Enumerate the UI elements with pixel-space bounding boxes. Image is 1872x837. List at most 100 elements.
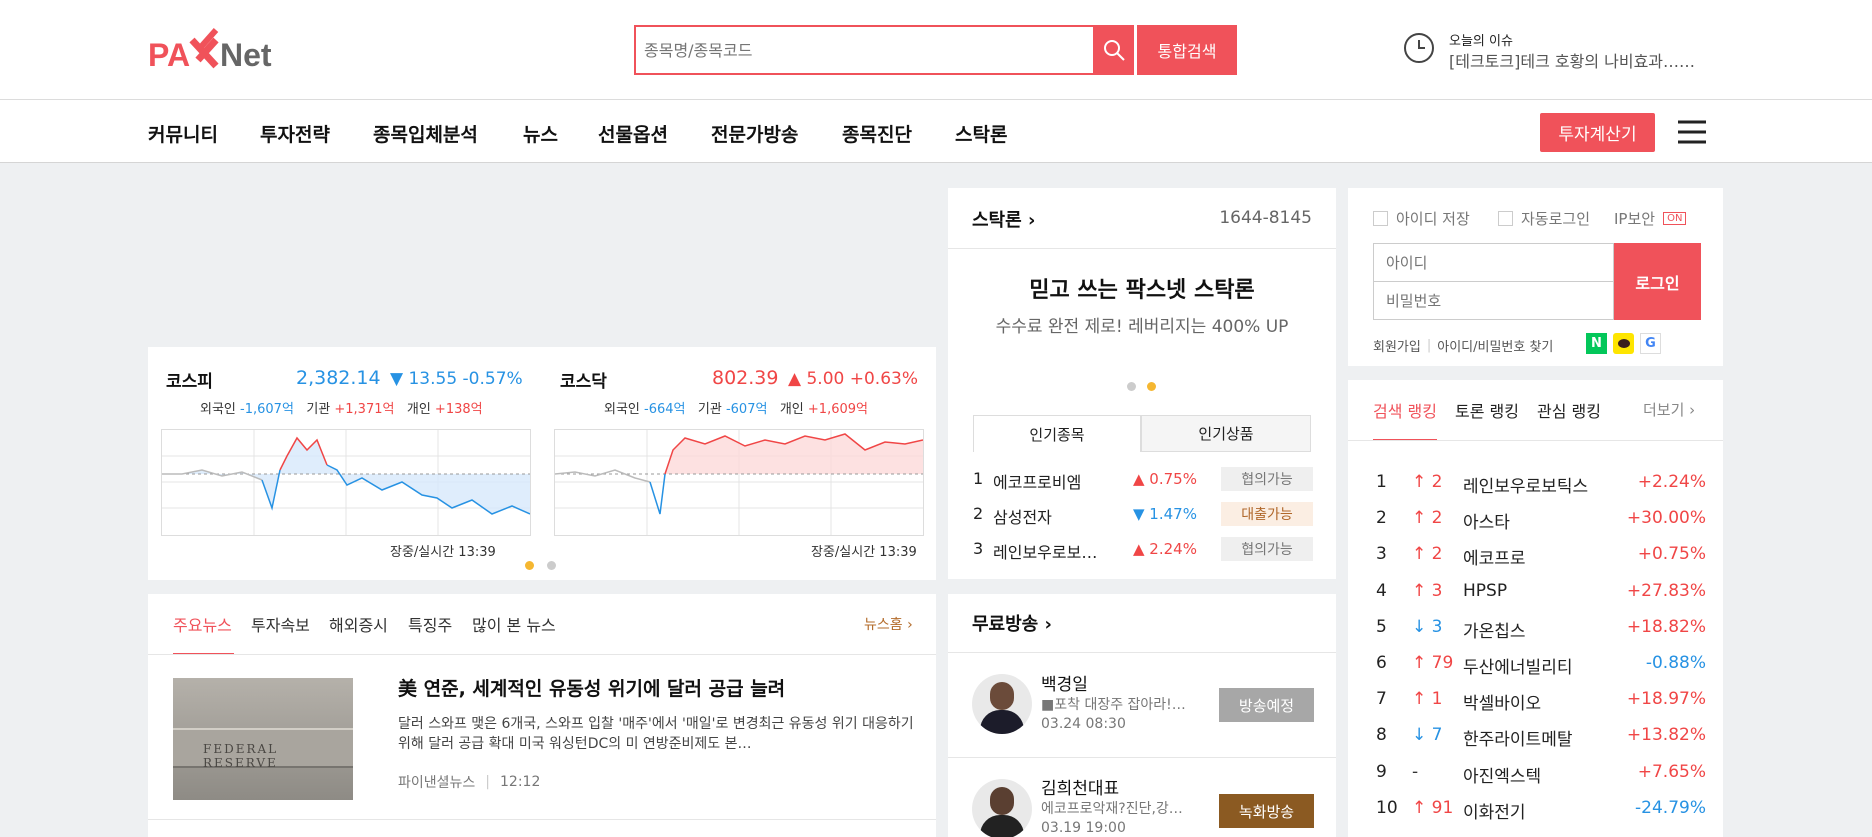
- search-input[interactable]: [636, 27, 1042, 73]
- ranking-row[interactable]: 4 ↑ 3 HPSP +27.83%: [1376, 577, 1706, 607]
- carousel-dot-active[interactable]: [1147, 382, 1156, 391]
- nav-item-futures[interactable]: 선물옵션: [598, 120, 668, 147]
- broadcast-desc[interactable]: 에코프로악재?진단,강…: [1041, 798, 1183, 818]
- kosdaq-chart[interactable]: [554, 429, 924, 536]
- list-item[interactable]: 2 삼성전자 ▼ 1.47% 대출가능: [973, 500, 1313, 530]
- item-name: 레인보우로보…: [993, 543, 1098, 562]
- ip-security-toggle[interactable]: IP보안 ON: [1614, 208, 1687, 229]
- host-name[interactable]: 백경일: [1041, 670, 1088, 695]
- svg-text:Net: Net: [220, 37, 272, 73]
- stock-name[interactable]: 박셀바이오: [1463, 689, 1541, 714]
- kakao-login-icon[interactable]: [1613, 333, 1634, 354]
- more-link[interactable]: 더보기 ›: [1643, 399, 1695, 420]
- kosdaq-name: 코스닥: [560, 372, 607, 392]
- ranking-row[interactable]: 3 ↑ 2 에코프로 +0.75%: [1376, 540, 1706, 570]
- google-login-icon[interactable]: G: [1640, 333, 1661, 354]
- stock-name[interactable]: 아스타: [1463, 508, 1510, 533]
- ranking-row[interactable]: 8 ↓ 7 한주라이트메탈 +13.82%: [1376, 721, 1706, 751]
- ranking-row[interactable]: 2 ↑ 2 아스타 +30.00%: [1376, 504, 1706, 534]
- news-card: 주요뉴스 투자속보 해외증시 특징주 많이 본 뉴스 뉴스홈 › FEDERAL…: [148, 594, 936, 837]
- ranking-row[interactable]: 10 ↑ 91 이화전기 -24.79%: [1376, 794, 1706, 824]
- rank-movement: ↑ 3: [1412, 580, 1443, 601]
- stock-name[interactable]: 이화전기: [1463, 798, 1526, 823]
- stockloan-subline[interactable]: 수수료 완전 제로! 레버리지는 400% UP: [948, 312, 1336, 337]
- tab-most-read[interactable]: 많이 본 뉴스: [472, 612, 556, 636]
- stock-name[interactable]: 두산에너빌리티: [1463, 653, 1572, 678]
- password-field[interactable]: [1373, 281, 1614, 320]
- kosdaq-investors: 외국인 -664억 기관 -607억 개인 +1,609억: [604, 398, 868, 417]
- broadcast-title-link[interactable]: 무료방송 ›: [972, 610, 1052, 636]
- nav-item-news[interactable]: 뉴스: [523, 120, 558, 147]
- save-id-option[interactable]: 아이디 저장: [1373, 208, 1470, 229]
- nav-item-stockloan[interactable]: 스탁론: [955, 120, 1007, 147]
- tab-interest-ranking[interactable]: 관심 랭킹: [1537, 398, 1601, 422]
- kospi-value: 2,382.14: [296, 367, 381, 389]
- tab-discussion-ranking[interactable]: 토론 랭킹: [1455, 398, 1519, 422]
- nav-item-stock-analysis[interactable]: 종목입체분석: [373, 120, 478, 147]
- signup-link[interactable]: 회원가입: [1373, 336, 1421, 355]
- find-account-link[interactable]: 아이디/비밀번호 찾기: [1437, 336, 1553, 355]
- stock-change: +0.75%: [1637, 544, 1706, 565]
- tab-main-news[interactable]: 주요뉴스: [173, 612, 232, 636]
- investment-calculator-button[interactable]: 투자계산기: [1540, 113, 1655, 152]
- stock-name[interactable]: 한주라이트메탈: [1463, 725, 1572, 750]
- login-button[interactable]: 로그인: [1614, 243, 1701, 320]
- list-item[interactable]: 3 레인보우로보… ▲ 2.24% 협의가능: [973, 535, 1313, 565]
- stock-name[interactable]: HPSP: [1463, 581, 1507, 601]
- stock-name[interactable]: 가온칩스: [1463, 617, 1526, 642]
- status-badge: 협의가능: [1221, 467, 1313, 491]
- kospi-chart[interactable]: [161, 429, 531, 536]
- tab-popular-stocks[interactable]: 인기종목: [973, 415, 1141, 452]
- broadcast-desc[interactable]: ■포착 대장주 잡아라!…: [1041, 694, 1186, 714]
- account-links: 회원가입 | 아이디/비밀번호 찾기: [1373, 336, 1554, 355]
- item-change: ▲ 2.24%: [1133, 540, 1197, 558]
- nav-item-stock-diagnosis[interactable]: 종목진단: [842, 120, 912, 147]
- nav-item-strategy[interactable]: 투자전략: [260, 120, 330, 147]
- tab-featured-stocks[interactable]: 특징주: [408, 612, 452, 636]
- ranking-row[interactable]: 6 ↑ 79 두산에너빌리티 -0.88%: [1376, 649, 1706, 679]
- investor-value: -664억: [644, 402, 686, 417]
- ranking-row[interactable]: 9 - 아진엑스텍 +7.65%: [1376, 758, 1706, 788]
- broadcast-status-button[interactable]: 녹화방송: [1219, 794, 1314, 828]
- paxnet-logo[interactable]: PA Net: [148, 26, 298, 74]
- carousel-dot[interactable]: [1127, 382, 1136, 391]
- kosdaq-value: 802.39: [712, 367, 779, 389]
- host-name[interactable]: 김희천대표: [1041, 774, 1119, 799]
- article-title[interactable]: 美 연준, 세계적인 유동성 위기에 달러 공급 늘려: [398, 674, 785, 701]
- tab-foreign-market[interactable]: 해외증시: [329, 612, 388, 636]
- id-field[interactable]: [1373, 243, 1614, 282]
- stock-name[interactable]: 레인보우로보틱스: [1463, 472, 1588, 497]
- save-id-label: 아이디 저장: [1396, 210, 1470, 228]
- stock-name[interactable]: 아진엑스텍: [1463, 762, 1541, 787]
- rank-number: 6: [1376, 653, 1387, 673]
- investor-value: -1,607억: [240, 402, 294, 417]
- checkbox[interactable]: [1498, 211, 1513, 226]
- nav-item-expert-broadcast[interactable]: 전문가방송: [711, 120, 798, 147]
- tab-breaking-news[interactable]: 투자속보: [251, 612, 310, 636]
- ranking-row[interactable]: 1 ↑ 2 레인보우로보틱스 +2.24%: [1376, 468, 1706, 498]
- naver-login-icon[interactable]: N: [1586, 333, 1607, 354]
- hamburger-menu-icon[interactable]: [1676, 118, 1708, 146]
- today-issue-link[interactable]: [테크토크]테크 호황의 나비효과……: [1449, 48, 1719, 72]
- article-thumbnail[interactable]: FEDERAL RESERVE: [173, 678, 353, 800]
- search-icon-button[interactable]: [1094, 25, 1134, 75]
- ranking-row[interactable]: 7 ↑ 1 박셀바이오 +18.97%: [1376, 685, 1706, 715]
- broadcast-status-button[interactable]: 방송예정: [1219, 688, 1314, 722]
- total-search-button[interactable]: 통합검색: [1137, 25, 1237, 75]
- auto-login-option[interactable]: 자동로그인: [1498, 208, 1590, 229]
- carousel-dot[interactable]: [547, 561, 556, 570]
- nav-item-community[interactable]: 커뮤니티: [148, 120, 218, 147]
- tab-popular-products[interactable]: 인기상품: [1141, 415, 1311, 452]
- news-home-link[interactable]: 뉴스홈 ›: [864, 614, 913, 634]
- checkbox[interactable]: [1373, 211, 1388, 226]
- tab-search-ranking[interactable]: 검색 랭킹: [1373, 398, 1437, 422]
- search-box: [634, 25, 1095, 75]
- status-badge: 협의가능: [1221, 537, 1313, 561]
- stock-name[interactable]: 에코프로: [1463, 544, 1526, 569]
- list-item[interactable]: 1 에코프로비엠 ▲ 0.75% 협의가능: [973, 465, 1313, 495]
- ranking-row[interactable]: 5 ↓ 3 가온칩스 +18.82%: [1376, 613, 1706, 643]
- stockloan-title-link[interactable]: 스탁론 ›: [972, 206, 1035, 232]
- stockloan-headline[interactable]: 믿고 쓰는 팍스넷 스탁론: [948, 272, 1336, 304]
- article-summary[interactable]: 달러 스와프 맺은 6개국, 스와프 입찰 '매주'에서 '매일'로 변경최근 …: [398, 714, 918, 754]
- carousel-dot-active[interactable]: [525, 561, 534, 570]
